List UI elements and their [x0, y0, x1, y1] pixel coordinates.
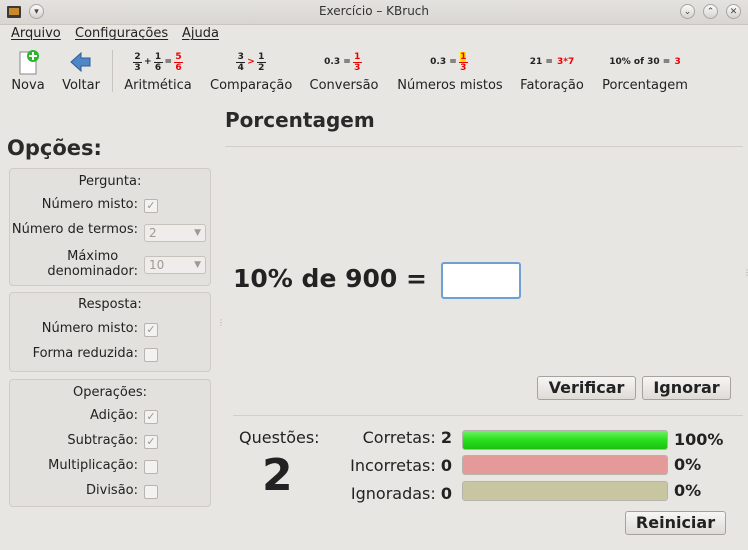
window-title: Exercício – KBruch — [318, 4, 430, 18]
answer-mixed-number-checkbox[interactable]: ✓ — [144, 323, 158, 337]
correct-progress-fill — [463, 431, 667, 449]
number-of-terms-select[interactable]: 2 ▼ — [144, 224, 206, 242]
toolbar: Nova Voltar 2 3 + 1 6 = 56 Aritmética 3 4 > 12… — [0, 46, 748, 98]
new-document-icon — [10, 46, 46, 78]
menu-bar: Arquivo Configurações Ajuda — [0, 24, 748, 44]
division-checkbox[interactable] — [144, 485, 158, 499]
skipped-percent: 0% — [674, 481, 702, 500]
mode-mixed-numbers[interactable]: 0.3 = 13 Números mistos — [397, 46, 503, 98]
stats-divider — [233, 415, 743, 416]
title-bar: ▾ Exercício – KBruch ⌄ ⌃ ✕ — [0, 0, 748, 25]
mode-percentage[interactable]: 10% of 30 = 3 Porcentagem — [601, 46, 689, 98]
toolbar-separator — [112, 50, 113, 92]
skipped-progress-bar — [462, 481, 668, 501]
operations-group: Operações: Adição: ✓ Subtração: ✓ Multip… — [9, 379, 211, 507]
incorrect-progress-bar — [462, 455, 668, 475]
correct-stat: Corretas: 2 — [362, 428, 452, 447]
subtraction-checkbox[interactable]: ✓ — [144, 435, 158, 449]
incorrect-stat: Incorretas: 0 — [350, 456, 452, 475]
maximize-button[interactable]: ⌃ — [703, 4, 718, 19]
questions-label: Questões: — [239, 428, 320, 447]
minimize-button[interactable]: ⌄ — [680, 4, 695, 19]
back-arrow-icon — [60, 46, 102, 78]
right-splitter-handle[interactable]: ⋮ — [743, 268, 748, 277]
title-divider — [225, 146, 743, 147]
correct-percent: 100% — [674, 430, 724, 449]
multiplication-checkbox[interactable] — [144, 460, 158, 474]
back-button[interactable]: Voltar — [60, 46, 102, 98]
correct-progress-bar — [462, 430, 668, 450]
reset-button[interactable]: Reiniciar — [625, 511, 726, 535]
mode-arithmetic[interactable]: 2 3 + 1 6 = 56 Aritmética — [122, 46, 194, 98]
questions-count: 2 — [262, 450, 293, 501]
percentage-icon: 10% of 30 = 3 — [609, 57, 681, 67]
incorrect-percent: 0% — [674, 455, 702, 474]
menu-configuracoes[interactable]: Configurações — [75, 26, 168, 41]
page-title: Porcentagem — [225, 108, 375, 132]
answer-options-group: Resposta: Número misto: ✓ Forma reduzida… — [9, 292, 211, 372]
arithmetic-icon: 2 3 + 1 6 = 56 — [132, 51, 184, 73]
menu-arquivo[interactable]: Arquivo — [11, 26, 61, 41]
new-button[interactable]: Nova — [10, 46, 46, 98]
menu-ajuda[interactable]: Ajuda — [182, 26, 219, 41]
answer-input[interactable] — [441, 262, 521, 299]
splitter-handle[interactable]: ⋮ — [217, 318, 225, 327]
comparison-icon: 3 4 > 12 — [236, 51, 266, 73]
addition-checkbox[interactable]: ✓ — [144, 410, 158, 424]
factorization-icon: 21 = 3*7 — [529, 57, 575, 67]
skip-button[interactable]: Ignorar — [642, 376, 731, 400]
skipped-stat: Ignoradas: 0 — [350, 484, 452, 503]
question-options-group: Pergunta: Número misto: ✓ Número de term… — [9, 168, 211, 286]
mode-factorization[interactable]: 21 = 3*7 Fatoração — [519, 46, 585, 98]
max-denominator-select[interactable]: 10 ▼ — [144, 256, 206, 274]
conversion-icon: 0.3 = 13 — [324, 51, 362, 73]
question-mixed-number-checkbox[interactable]: ✓ — [144, 199, 158, 213]
options-title: Opções: — [7, 136, 102, 160]
skipped-progress-fill — [463, 482, 667, 500]
close-button[interactable]: ✕ — [726, 4, 741, 19]
chevron-down-icon: ▼ — [194, 260, 201, 270]
mixed-numbers-icon: 0.3 = 13 — [430, 51, 468, 73]
exercise-question: 10% de 900 = — [233, 264, 427, 293]
verify-button[interactable]: Verificar — [537, 376, 636, 400]
incorrect-progress-fill — [463, 456, 667, 474]
reduced-form-checkbox[interactable] — [144, 348, 158, 362]
chevron-down-icon: ▼ — [194, 228, 201, 238]
mode-comparison[interactable]: 3 4 > 12 Comparação — [210, 46, 292, 98]
mode-conversion[interactable]: 0.3 = 13 Conversão — [308, 46, 380, 98]
